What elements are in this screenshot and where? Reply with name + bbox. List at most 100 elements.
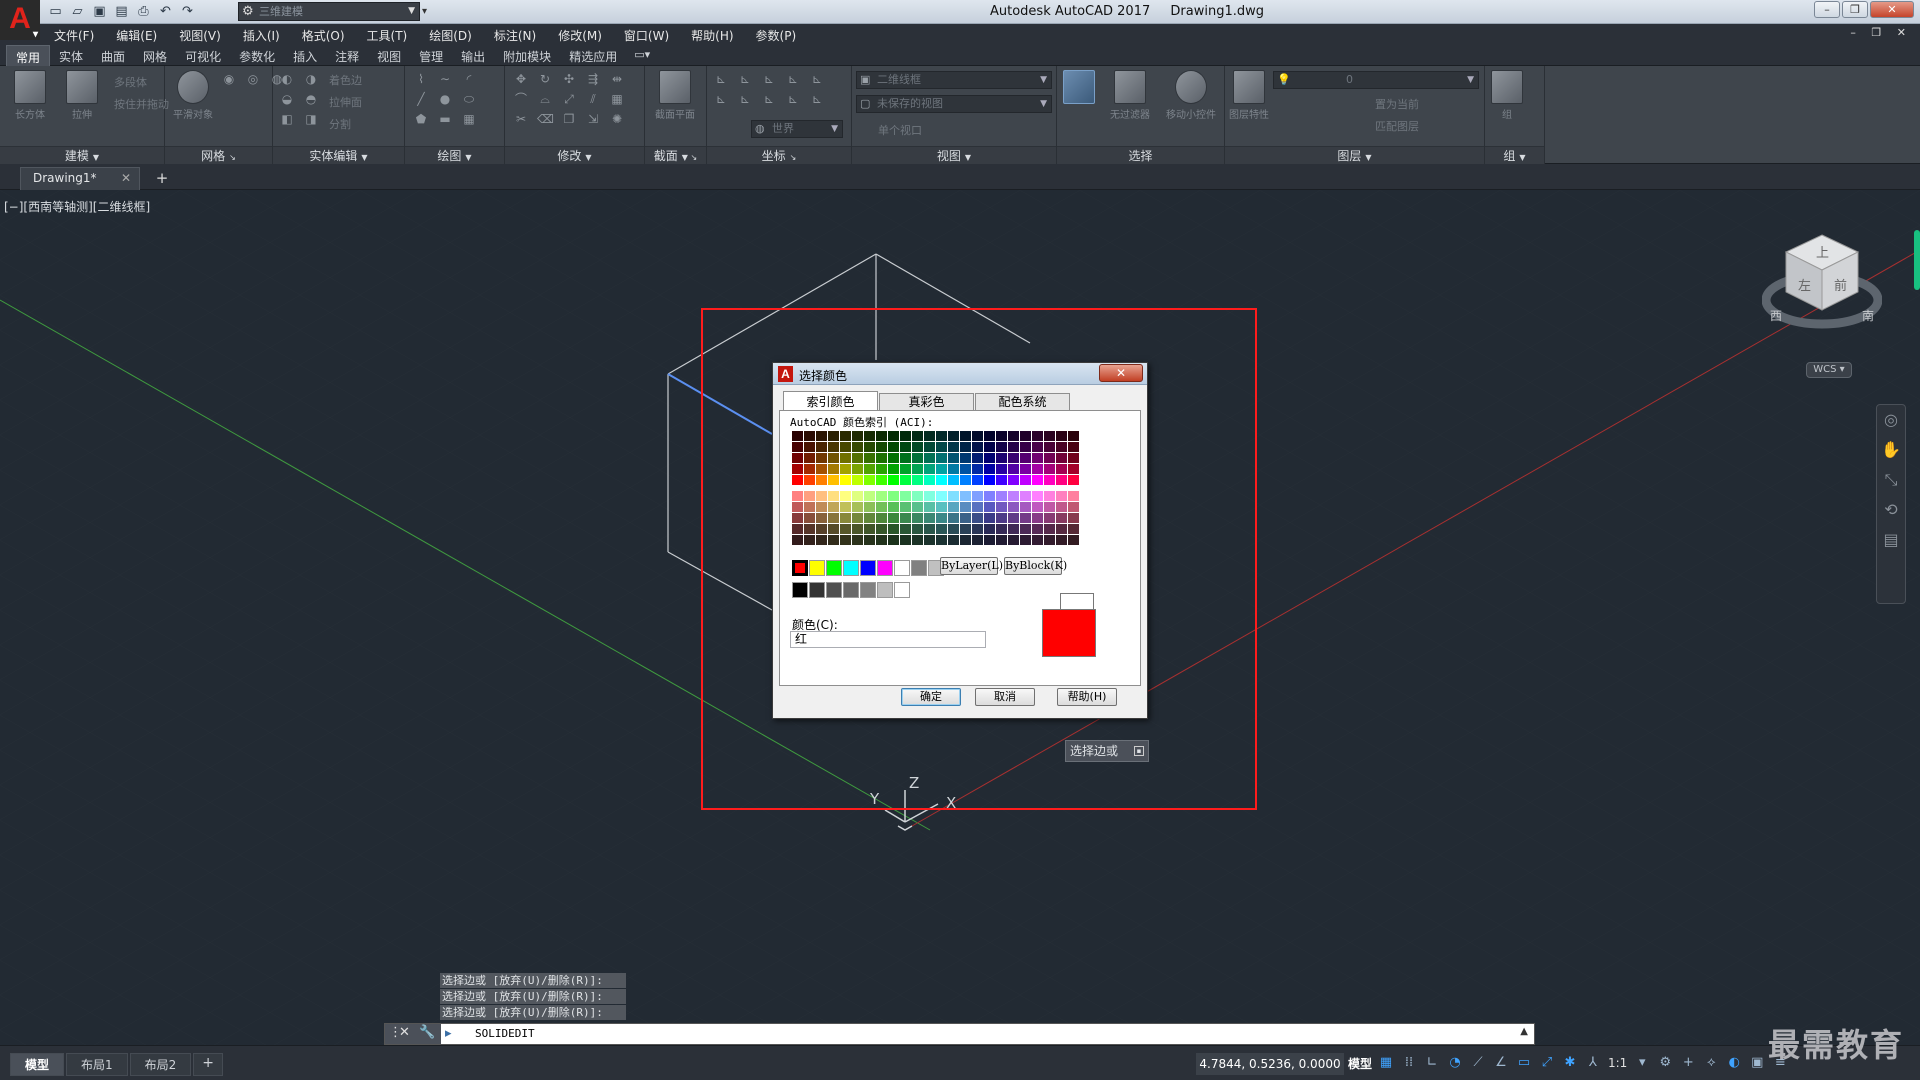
steering-wheel-icon[interactable]: ◎ [1877, 405, 1905, 435]
ortho-icon[interactable]: ∟ [1424, 1054, 1440, 1072]
aci-color-swatch[interactable] [888, 524, 899, 534]
aci-color-swatch[interactable] [996, 524, 1007, 534]
aci-color-swatch[interactable] [852, 475, 863, 485]
aci-color-swatch[interactable] [984, 535, 995, 545]
aci-color-swatch[interactable] [792, 442, 803, 452]
circle-icon[interactable]: ● [437, 92, 453, 106]
ucs-icon[interactable]: ⊾ [785, 92, 801, 106]
aci-color-swatch[interactable] [804, 535, 815, 545]
aci-color-swatch[interactable] [864, 464, 875, 474]
aci-color-swatch[interactable] [1008, 535, 1019, 545]
aci-color-swatch[interactable] [996, 431, 1007, 441]
aci-color-swatch[interactable] [804, 431, 815, 441]
aci-color-swatch[interactable] [1008, 502, 1019, 512]
aci-color-swatch[interactable] [984, 453, 995, 463]
bylayer-button[interactable]: ByLayer(L) [940, 557, 1003, 575]
aci-color-swatch[interactable] [924, 464, 935, 474]
selection-tool[interactable] [1059, 70, 1099, 106]
array-icon[interactable]: ▦ [609, 92, 625, 106]
aci-color-swatch[interactable] [984, 524, 995, 534]
aci-color-swatch[interactable] [960, 464, 971, 474]
aci-color-swatch[interactable] [1044, 475, 1055, 485]
aci-color-swatch[interactable] [864, 442, 875, 452]
aci-color-swatch[interactable] [900, 491, 911, 501]
move-gizmo-tool[interactable]: 移动小控件 [1163, 70, 1219, 121]
grid-icon[interactable]: ▦ [1378, 1054, 1394, 1072]
aci-color-swatch[interactable] [1056, 453, 1067, 463]
aci-color-swatch[interactable] [1020, 475, 1031, 485]
color-swatch-gray-250[interactable] [792, 582, 808, 598]
aci-color-swatch[interactable] [864, 524, 875, 534]
menu-item[interactable]: 帮助(H) [691, 27, 733, 44]
aci-color-swatch[interactable] [816, 535, 827, 545]
panel-title-view[interactable]: 视图 ▼ [852, 146, 1056, 164]
auto-scale-icon[interactable]: ⅄ [1585, 1054, 1601, 1072]
match-layer-tool[interactable]: 匹配图层 [1375, 118, 1419, 134]
align-icon[interactable]: ⇶ [585, 72, 601, 86]
aci-color-swatch[interactable] [864, 475, 875, 485]
aci-color-swatch[interactable] [828, 524, 839, 534]
aci-color-swatch[interactable] [960, 442, 971, 452]
aci-color-swatch[interactable] [840, 442, 851, 452]
aci-color-swatch[interactable] [816, 442, 827, 452]
smooth-object-tool[interactable]: 平滑对象 [173, 70, 213, 121]
isolate-objects-icon[interactable]: ◐ [1726, 1054, 1742, 1072]
aci-color-swatch[interactable] [984, 502, 995, 512]
workspace-select[interactable]: ⚙ 三维建模 ▼ [238, 2, 420, 21]
separate-tool[interactable]: 分割 [329, 116, 351, 132]
color-edges-tool[interactable]: 着色边 [329, 72, 362, 88]
panel-title-solid-edit[interactable]: 实体编辑 ▼ [273, 146, 404, 164]
aci-color-swatch[interactable] [1008, 431, 1019, 441]
color-swatch-magenta[interactable] [877, 560, 893, 576]
aci-color-swatch[interactable] [864, 453, 875, 463]
aci-color-swatch[interactable] [912, 442, 923, 452]
color-swatch-gray-255[interactable] [877, 582, 893, 598]
aci-color-swatch[interactable] [972, 535, 983, 545]
isodraft-icon[interactable]: ⟋ [1470, 1054, 1486, 1072]
single-viewport-tool[interactable]: 单个视口 [878, 122, 922, 138]
trim-icon[interactable]: ✂ [513, 112, 529, 126]
aci-color-swatch[interactable] [912, 464, 923, 474]
gear-icon[interactable]: ⚙ [1657, 1054, 1673, 1072]
aci-color-swatch[interactable] [852, 491, 863, 501]
aci-color-swatch[interactable] [900, 464, 911, 474]
ucs-icon[interactable]: ⊾ [809, 92, 825, 106]
ok-button[interactable]: 确定 [901, 688, 961, 706]
aci-color-swatch[interactable] [816, 453, 827, 463]
aci-color-swatch[interactable] [924, 524, 935, 534]
layer-properties-tool[interactable]: 图层特性 [1229, 70, 1269, 121]
aci-color-swatch[interactable] [972, 464, 983, 474]
aci-color-swatch[interactable] [888, 535, 899, 545]
aci-color-swatch[interactable] [828, 431, 839, 441]
aci-color-swatch[interactable] [888, 475, 899, 485]
color-swatch-cyan[interactable] [843, 560, 859, 576]
aci-color-swatch[interactable] [1068, 502, 1079, 512]
aci-color-swatch[interactable] [1008, 491, 1019, 501]
aci-color-swatch[interactable] [984, 442, 995, 452]
chevron-up-icon[interactable]: ▲ [1520, 1026, 1528, 1037]
aci-color-swatch[interactable] [840, 513, 851, 523]
aci-color-swatch[interactable] [1032, 524, 1043, 534]
culling-tool[interactable]: 无过滤器 [1105, 70, 1155, 121]
rectangle-icon[interactable]: ▬ [437, 112, 453, 126]
color-swatch-gray[interactable] [911, 560, 927, 576]
aci-color-swatch[interactable] [876, 491, 887, 501]
aci-color-swatch[interactable] [900, 453, 911, 463]
aci-color-swatch[interactable] [852, 464, 863, 474]
aci-color-swatch[interactable] [840, 535, 851, 545]
aci-color-swatch[interactable] [816, 513, 827, 523]
aci-color-swatch[interactable] [864, 431, 875, 441]
aci-color-swatch[interactable] [792, 431, 803, 441]
aci-color-swatch[interactable] [1056, 431, 1067, 441]
aci-color-swatch[interactable] [828, 502, 839, 512]
aci-color-swatch[interactable] [924, 502, 935, 512]
add-layout-button[interactable]: + [193, 1053, 224, 1076]
panel-title-coordinates[interactable]: 坐标 ↘ [707, 146, 851, 164]
aci-color-swatch[interactable] [864, 491, 875, 501]
object-snap-tracking-icon[interactable]: ∠ [1493, 1054, 1509, 1072]
stretch-icon[interactable]: ⇲ [585, 112, 601, 126]
menu-item[interactable]: 参数(P) [756, 27, 797, 44]
ucs-icon[interactable]: ⊾ [737, 72, 753, 86]
aci-color-swatch[interactable] [1020, 442, 1031, 452]
menu-item[interactable]: 工具(T) [367, 27, 408, 44]
